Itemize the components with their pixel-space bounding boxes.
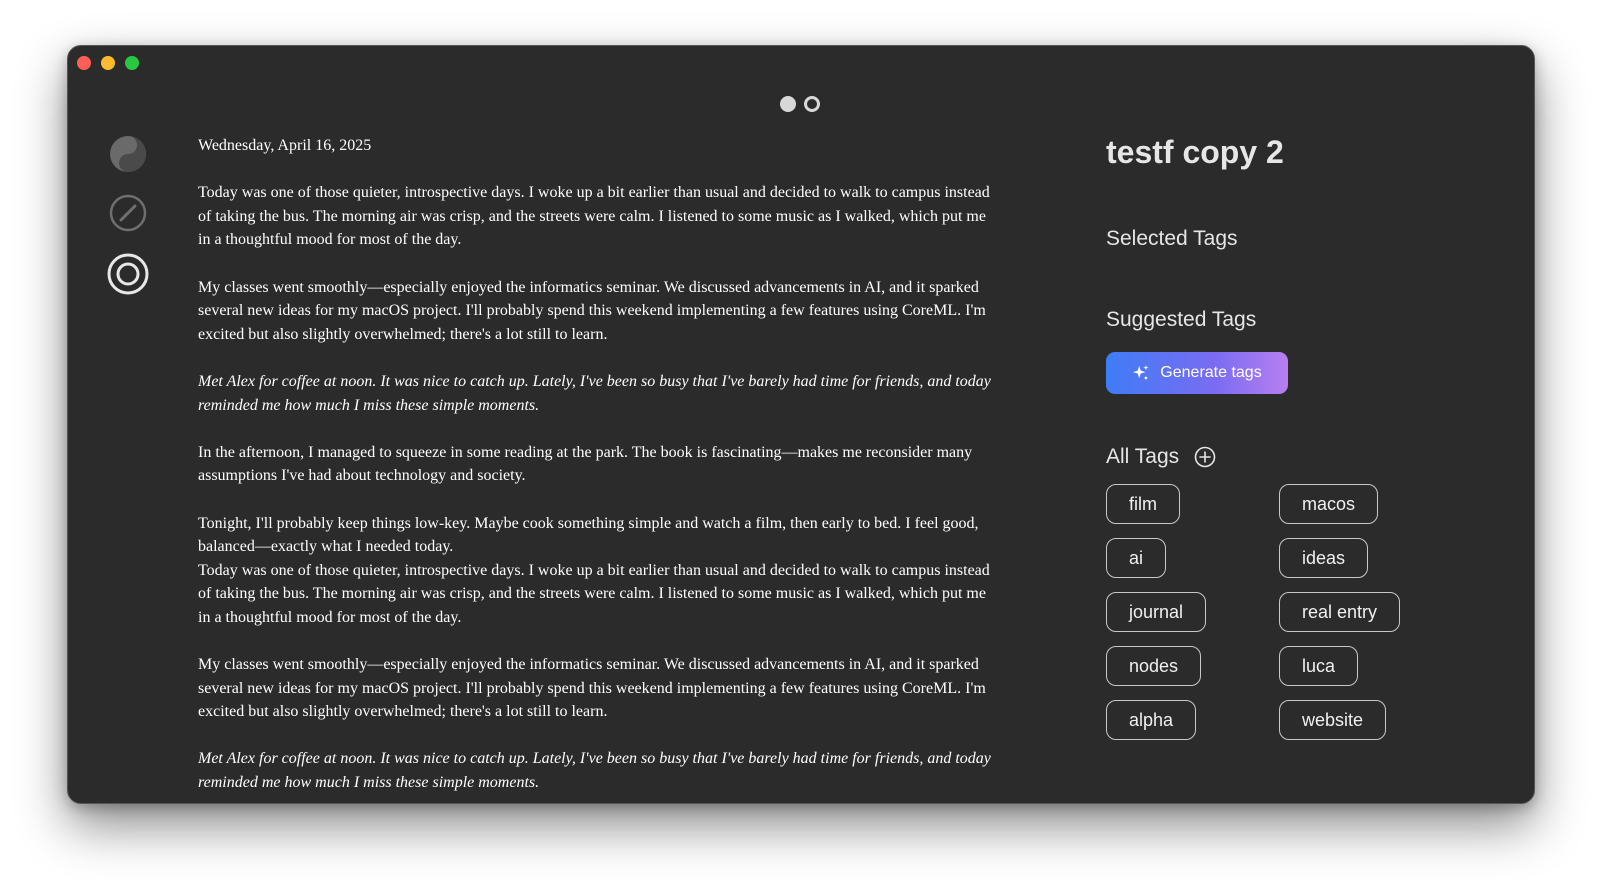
plus-circle-icon <box>1194 446 1216 468</box>
entry-paragraph: My classes went smoothly—especially enjo… <box>198 656 986 721</box>
tag-chip-alpha[interactable]: alpha <box>1106 700 1197 740</box>
entry-date: Wednesday, April 16, 2025 <box>198 137 372 154</box>
journal-editor[interactable]: Wednesday, April 16, 2025 Today was one … <box>198 134 998 803</box>
entry-paragraph: Met Alex for coffee at noon. It was nice… <box>198 372 991 414</box>
tag-chip-macos[interactable]: macos <box>1279 484 1379 524</box>
entry-paragraph: Today was one of those quieter, introspe… <box>198 184 990 249</box>
sparkle-icon <box>1133 364 1149 380</box>
tag-chip-luca[interactable]: luca <box>1279 646 1359 686</box>
entry-paragraph: Today was one of those quieter, introspe… <box>198 561 990 626</box>
generate-tags-button[interactable]: Generate tags <box>1106 352 1288 394</box>
page-dot-1[interactable] <box>780 96 796 112</box>
tag-chip-ai[interactable]: ai <box>1106 538 1167 578</box>
app-window: Wednesday, April 16, 2025 Today was one … <box>67 45 1535 804</box>
selected-tags-heading: Selected Tags <box>1106 227 1238 250</box>
entry-paragraph: My classes went smoothly—especially enjo… <box>198 278 986 343</box>
minimize-window-button[interactable] <box>101 56 115 70</box>
close-window-button[interactable] <box>77 56 91 70</box>
suggested-tags-heading: Suggested Tags <box>1106 308 1257 331</box>
tag-chip-nodes[interactable]: nodes <box>1106 646 1202 686</box>
tag-chip-real-entry[interactable]: real entry <box>1279 592 1401 632</box>
target-ring-icon <box>107 253 149 295</box>
pencil-circle-icon <box>109 194 147 232</box>
entry-paragraph: Met Alex for coffee at noon. It was nice… <box>198 750 991 792</box>
tag-chip-ideas[interactable]: ideas <box>1279 538 1369 578</box>
sidebar-item-edit[interactable] <box>108 193 148 233</box>
page-indicator <box>780 96 820 112</box>
zoom-window-button[interactable] <box>125 56 139 70</box>
entry-paragraph: Tonight, I'll probably keep things low-k… <box>198 514 979 556</box>
tag-chip-website[interactable]: website <box>1279 700 1387 740</box>
yin-yang-icon <box>110 136 146 172</box>
sidebar-item-yin-yang[interactable] <box>108 134 148 174</box>
entry-paragraph: In the afternoon, I managed to squeeze i… <box>198 443 973 485</box>
tags-panel: testf copy 2 Selected Tags Suggested Tag… <box>1106 46 1506 803</box>
tag-chip-journal[interactable]: journal <box>1106 592 1207 632</box>
page-dot-2[interactable] <box>804 96 820 112</box>
sidebar-item-focus[interactable] <box>106 252 150 296</box>
generate-tags-label: Generate tags <box>1160 364 1262 381</box>
note-title: testf copy 2 <box>1106 134 1284 170</box>
all-tags-heading: All Tags <box>1106 445 1180 468</box>
tag-chip-film[interactable]: film <box>1106 484 1180 524</box>
add-tag-button[interactable] <box>1194 446 1216 468</box>
